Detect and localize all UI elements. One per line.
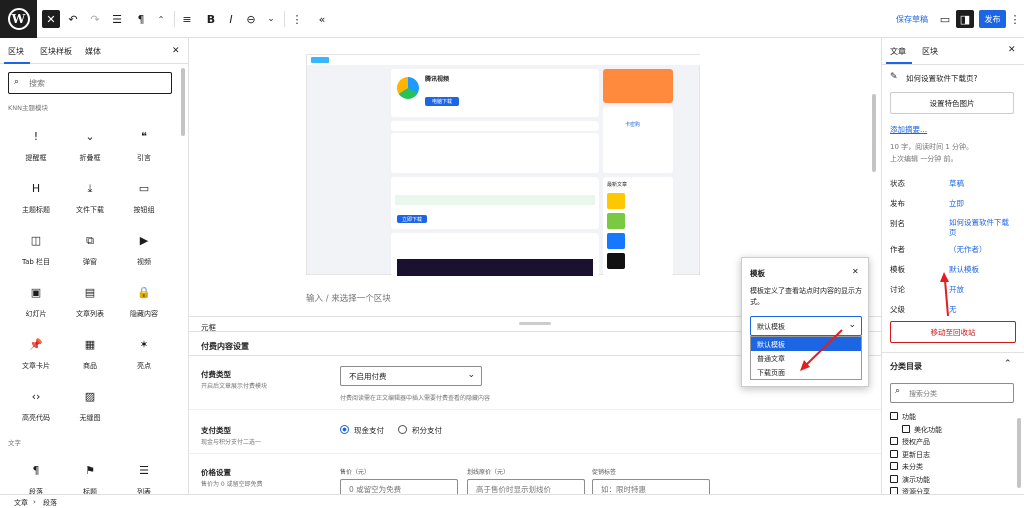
breadcrumb-post[interactable]: 文章 (14, 498, 28, 508)
breadcrumb: 文章 › 段落 (0, 494, 1024, 508)
breadcrumb-paragraph[interactable]: 段落 (43, 498, 57, 508)
annotation-arrows (800, 272, 949, 371)
